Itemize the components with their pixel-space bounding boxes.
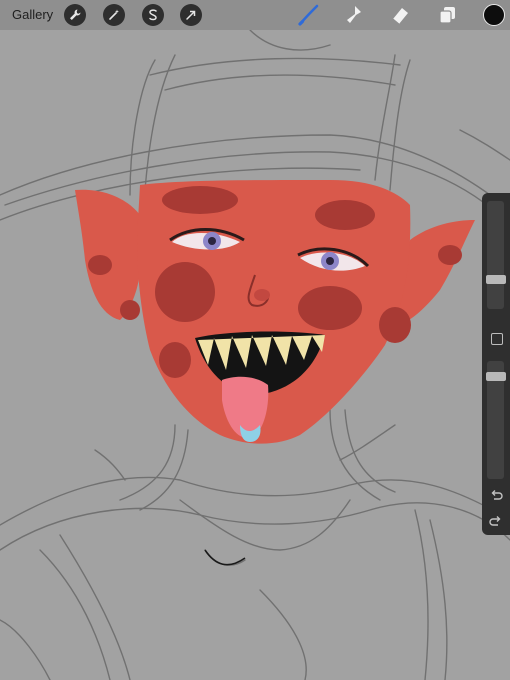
wrench-icon[interactable] xyxy=(64,4,86,26)
color-swatch[interactable] xyxy=(483,4,505,26)
eraser-icon[interactable] xyxy=(387,3,413,27)
brush-size-slider[interactable] xyxy=(487,201,504,309)
undo-icon[interactable] xyxy=(488,487,504,503)
transform-arrow-icon[interactable] xyxy=(180,4,202,26)
selection-icon[interactable] xyxy=(142,4,164,26)
top-toolbar: Gallery xyxy=(0,0,510,30)
magic-wand-icon[interactable] xyxy=(103,4,125,26)
side-toolbar xyxy=(482,193,510,535)
redo-icon[interactable] xyxy=(488,513,504,529)
gallery-button[interactable]: Gallery xyxy=(12,7,53,22)
modify-square-icon[interactable] xyxy=(491,333,503,345)
brush-size-thumb[interactable] xyxy=(486,275,506,285)
smudge-icon[interactable] xyxy=(341,3,367,27)
opacity-thumb[interactable] xyxy=(486,371,506,381)
layers-icon[interactable] xyxy=(435,3,461,27)
procreate-app: Gallery xyxy=(0,0,510,680)
drawing-canvas[interactable] xyxy=(0,30,510,680)
brush-icon[interactable] xyxy=(296,3,322,27)
